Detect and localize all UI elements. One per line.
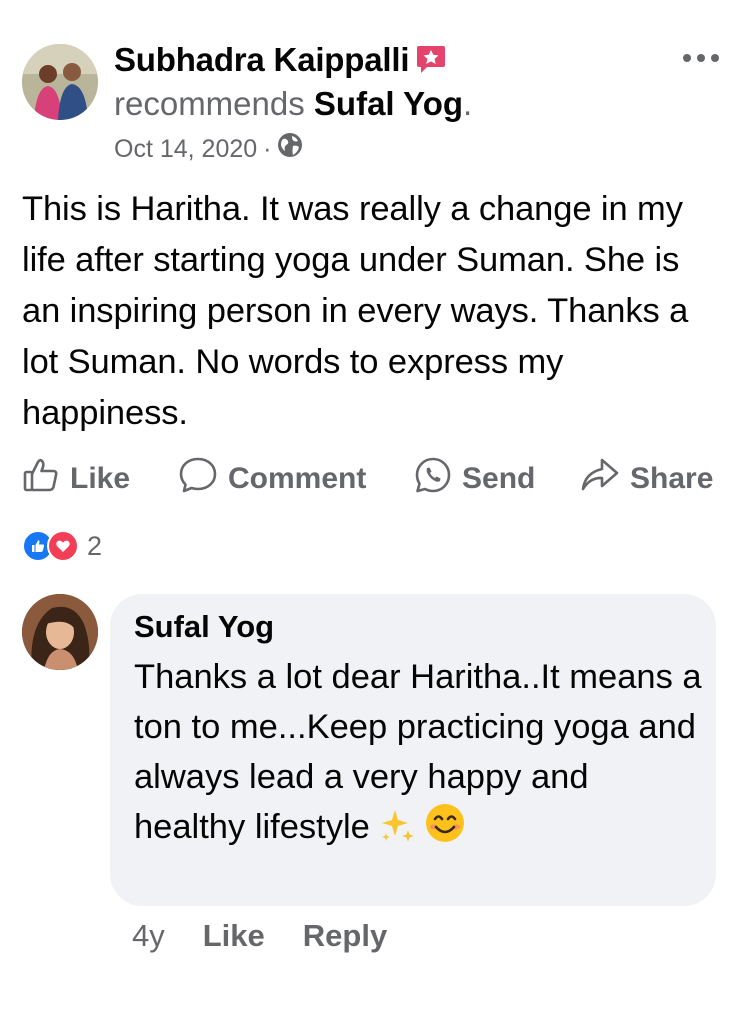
comment-text-wrap: Thanks a lot dear Haritha..It means a to…	[134, 652, 704, 858]
recommends-text: recommends	[114, 85, 305, 122]
share-button[interactable]: Share	[580, 454, 713, 504]
post-author-name[interactable]: Subhadra Kaippalli	[114, 41, 409, 78]
post-text: This is Haritha. It was really a change …	[22, 190, 689, 432]
post-author-line: Subhadra Kaippalli	[114, 40, 447, 84]
love-reaction-icon	[47, 530, 79, 562]
share-arrow-icon	[580, 456, 630, 502]
commenter-name[interactable]: Sufal Yog	[134, 608, 274, 646]
star-badge-icon	[415, 43, 447, 84]
post-date[interactable]: Oct 14, 2020	[114, 133, 257, 165]
thumbs-up-icon	[22, 456, 70, 502]
post-action-bar: Like Comment Send Share	[22, 454, 722, 504]
commenter-avatar[interactable]	[22, 594, 98, 670]
post-header: Subhadra Kaippalli recommends Sufal Yog.…	[22, 40, 722, 170]
send-button[interactable]: Send	[414, 454, 535, 504]
globe-icon	[277, 132, 303, 166]
reaction-count: 2	[87, 530, 103, 561]
comment-button[interactable]: Comment	[178, 454, 366, 504]
more-options-icon[interactable]	[680, 46, 722, 70]
whatsapp-icon	[414, 456, 462, 502]
recommend-period: .	[463, 85, 473, 122]
like-label: Like	[70, 462, 131, 495]
smiling-face-emoji	[424, 802, 466, 858]
reactions-summary[interactable]: 2	[22, 530, 102, 562]
comment-reply-button[interactable]: Reply	[303, 918, 387, 953]
meta-separator: ·	[263, 135, 272, 163]
comment-label: Comment	[228, 462, 367, 495]
comment-like-button[interactable]: Like	[203, 918, 265, 953]
comment-actions: 4y Like Reply	[132, 916, 425, 956]
comment-time: 4y	[132, 918, 165, 953]
send-label: Send	[462, 462, 536, 495]
share-label: Share	[630, 462, 714, 495]
recommended-page-link[interactable]: Sufal Yog	[314, 85, 463, 122]
post-meta: Oct 14, 2020 ·	[114, 132, 303, 166]
sparkles-emoji	[378, 806, 416, 858]
comment-icon	[178, 456, 228, 502]
comment-text: Thanks a lot dear Haritha..It means a to…	[134, 658, 702, 846]
like-button[interactable]: Like	[22, 454, 130, 504]
recommend-line: recommends Sufal Yog.	[114, 84, 472, 124]
author-avatar[interactable]	[22, 44, 98, 120]
comment-bubble: Sufal Yog Thanks a lot dear Haritha..It …	[110, 594, 716, 906]
